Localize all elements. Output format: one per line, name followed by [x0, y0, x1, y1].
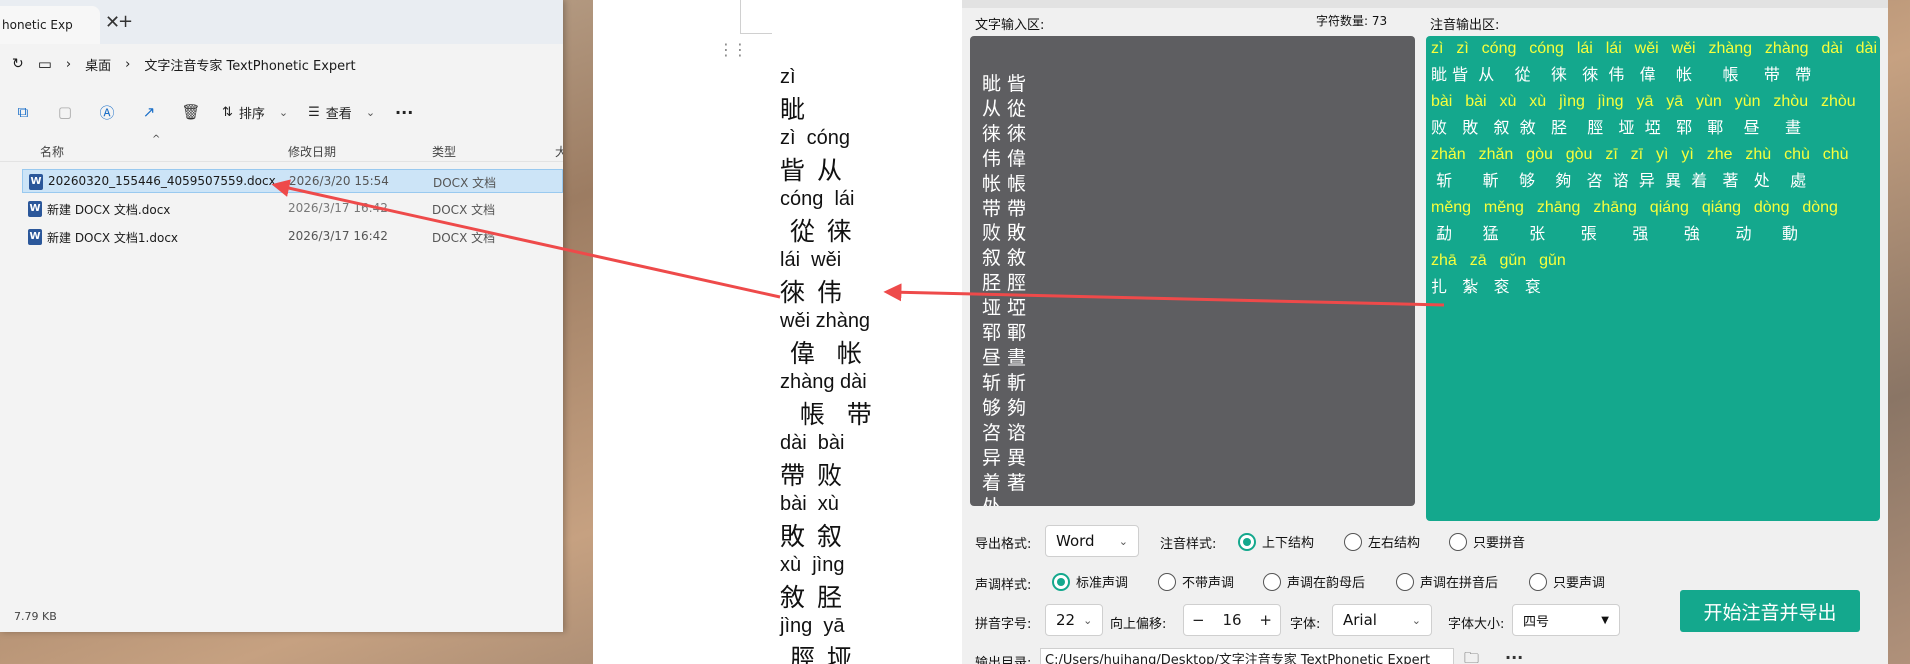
arrow-to-document: [883, 283, 1445, 307]
annotation-arrows: [271, 179, 1445, 307]
arrow-to-file: [271, 179, 781, 299]
